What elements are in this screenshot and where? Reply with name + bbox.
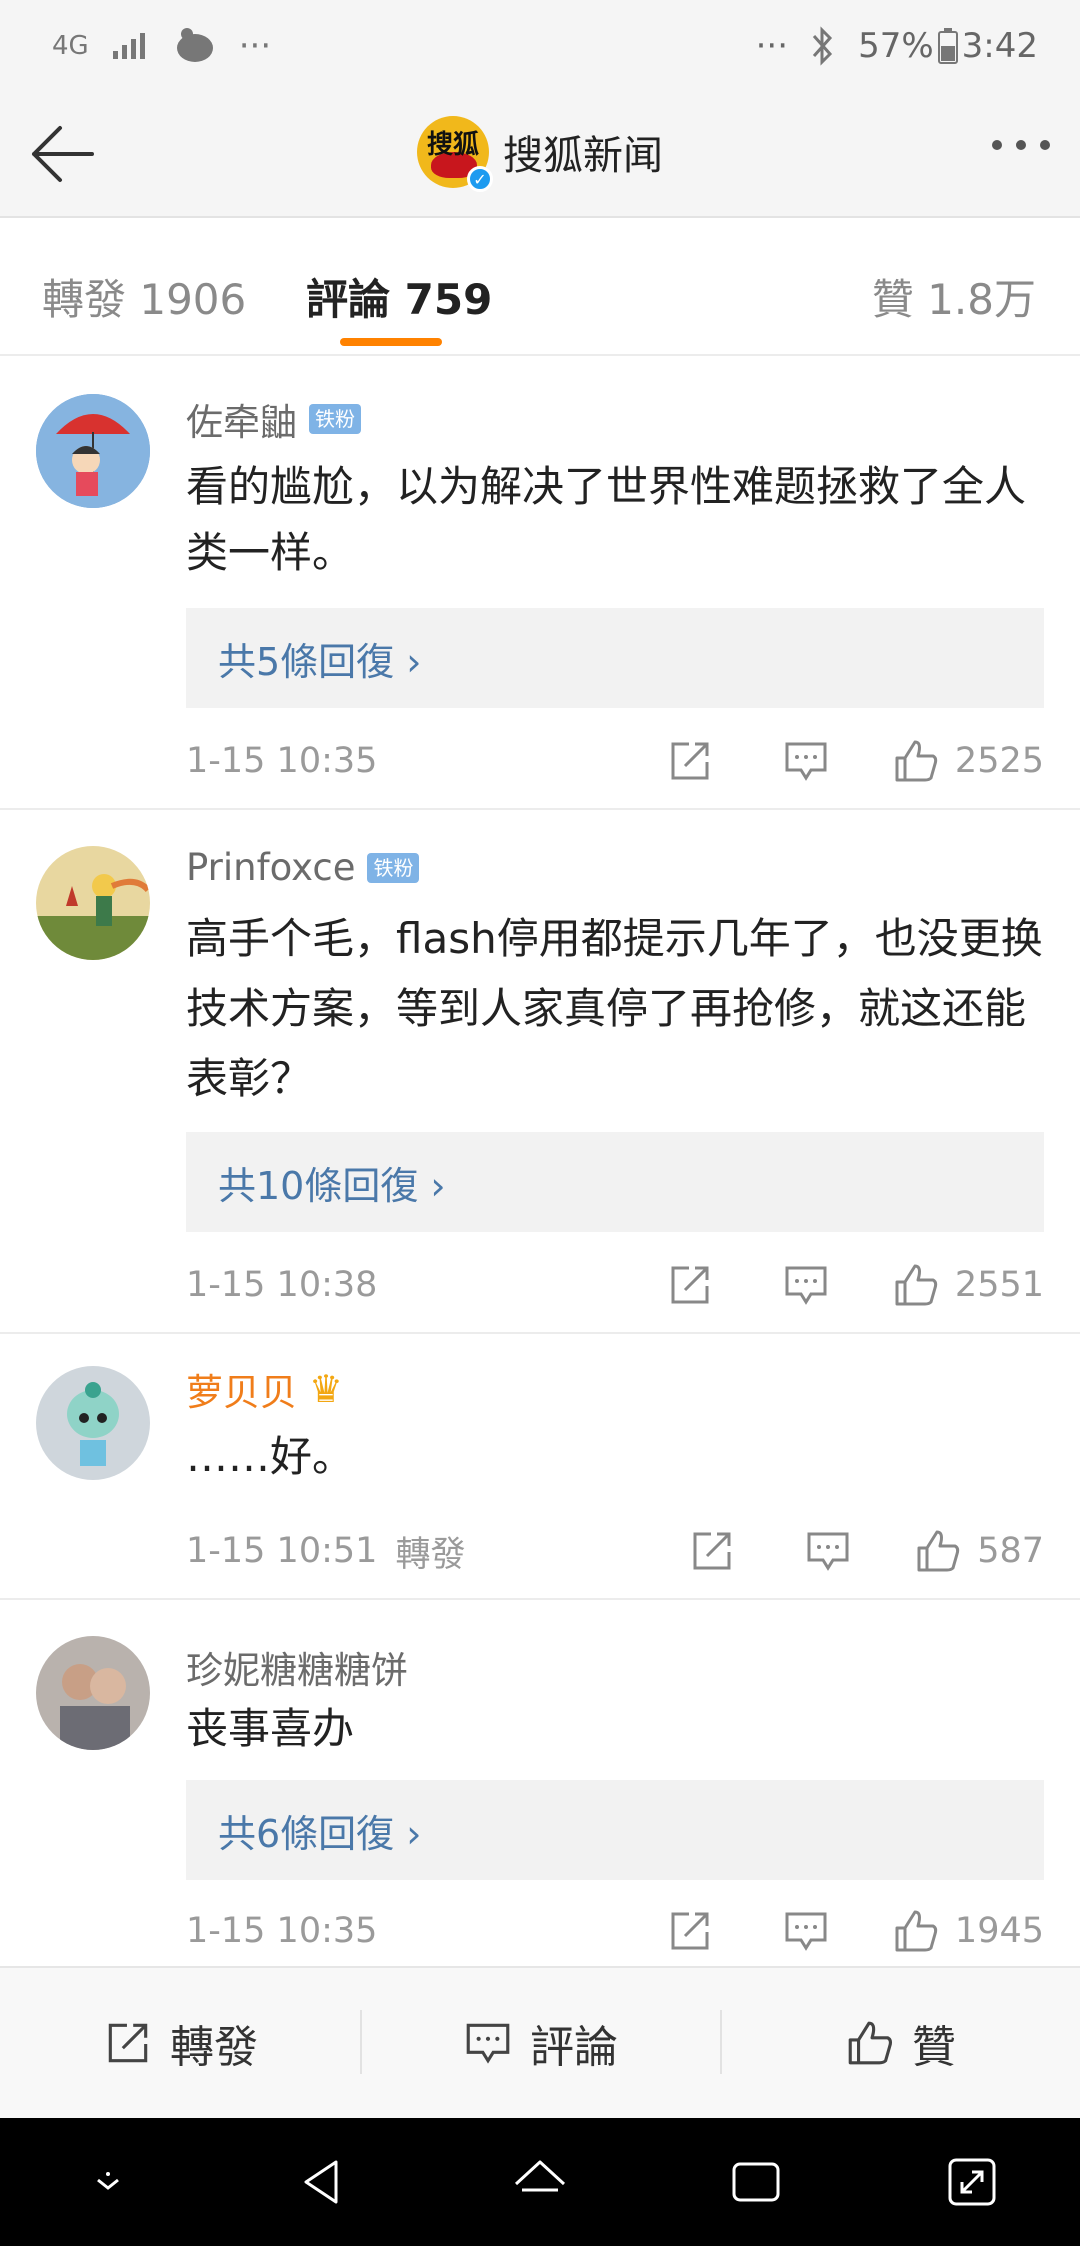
comment-username[interactable]: Prinfoxce 铁粉: [186, 846, 420, 889]
like-button[interactable]: 贊: [720, 1968, 1080, 2118]
account-avatar: 搜狐 ✓: [417, 116, 493, 192]
signal-icon: [112, 33, 145, 59]
bottom-action-bar: 轉發 評論 贊: [0, 1966, 1080, 2118]
username-text[interactable]: Prinfoxce: [186, 846, 355, 889]
comment-username[interactable]: 佐牵鼬 铁粉: [186, 392, 361, 446]
comment-item: Prinfoxce 铁粉 高手个毛，flash停用都提示几年了，也没更换技术方案…: [0, 810, 1080, 1334]
tab-comments[interactable]: 評論 759: [306, 266, 492, 327]
repost-icon[interactable]: [687, 1526, 737, 1576]
like-icon: [848, 2021, 893, 2065]
comment-text: 高手个毛，flash停用都提示几年了，也没更换技术方案，等到人家真停了再抢修，就…: [186, 914, 1043, 1103]
comment-meta: 1-15 10:51 轉發 587: [186, 1526, 1044, 1576]
verified-icon: ✓: [467, 166, 493, 192]
comment-time: 1-15 10:35: [186, 1911, 378, 1951]
repost-icon[interactable]: [665, 1260, 715, 1310]
comment-text: 丧事喜办: [186, 1704, 355, 1753]
comment-time: 1-15 10:51: [186, 1531, 378, 1571]
avatar-image: [36, 846, 150, 960]
like-count: 1945: [954, 1911, 1044, 1951]
view-replies-button[interactable]: 共5條回復 ›: [186, 608, 1044, 708]
more-notifications: ···: [238, 26, 272, 66]
username-text[interactable]: 萝贝贝: [186, 1362, 297, 1416]
battery-percent: 57%: [858, 26, 934, 66]
comment-username[interactable]: 萝贝贝 ♛: [186, 1362, 343, 1416]
clock: 3:42: [961, 26, 1038, 66]
avatar[interactable]: [36, 846, 150, 960]
comment-item: 萝贝贝 ♛ ……好。 1-15 10:51 轉發 587: [0, 1334, 1080, 1600]
comment-time: 1-15 10:38: [186, 1265, 378, 1305]
network-indicator: 4G: [52, 31, 89, 61]
comment-icon: [466, 2023, 510, 2064]
header-account[interactable]: 搜狐 ✓ 搜狐新闻: [0, 116, 1080, 192]
back-nav-icon[interactable]: [292, 2150, 356, 2214]
hide-nav-icon[interactable]: [76, 2150, 140, 2214]
repost-label: 轉發: [170, 2022, 258, 2073]
avatar-image: [36, 394, 150, 508]
comment-text: ……好。: [186, 1432, 355, 1481]
logo-text: 搜狐: [426, 129, 479, 160]
recents-nav-icon[interactable]: [724, 2150, 788, 2214]
page-title: 搜狐新闻: [503, 133, 663, 179]
bluetooth-icon: [812, 26, 833, 66]
app-bar: 搜狐 ✓ 搜狐新闻: [0, 92, 1080, 218]
like-count: 2551: [954, 1265, 1044, 1305]
system-nav-bar: [0, 2118, 1080, 2246]
repost-tag[interactable]: 轉發: [395, 1526, 465, 1577]
like-icon[interactable]: [913, 1526, 963, 1576]
comment-icon[interactable]: [803, 1526, 853, 1576]
active-tab-indicator: [340, 338, 442, 346]
like-icon[interactable]: [891, 736, 941, 786]
repost-icon[interactable]: [665, 736, 715, 786]
tab-likes[interactable]: 贊 1.8万: [872, 266, 1036, 327]
comment-icon[interactable]: [781, 736, 831, 786]
tab-reposts[interactable]: 轉發 1906: [42, 266, 246, 327]
battery-icon: [937, 28, 958, 64]
avatar-image: [36, 1636, 150, 1750]
like-icon[interactable]: [891, 1906, 941, 1956]
like-label: 贊: [912, 2022, 956, 2073]
comment-meta: 1-15 10:35 1945: [186, 1906, 1044, 1956]
comment-time: 1-15 10:35: [186, 741, 378, 781]
like-icon[interactable]: [891, 1260, 941, 1310]
comment-item: 珍妮糖糖糖饼 丧事喜办 共6條回復 › 1-15 10:35 1945: [0, 1600, 1080, 1966]
avatar[interactable]: [36, 1366, 150, 1480]
comment-item: 佐牵鼬 铁粉 看的尴尬，以为解决了世界性难题拯救了全人类一样。 共5條回復 › …: [0, 356, 1080, 810]
view-replies-button[interactable]: 共10條回復 ›: [186, 1132, 1044, 1232]
comment-meta: 1-15 10:35 2525: [186, 736, 1044, 786]
comment-text: 看的尴尬，以为解决了世界性难题拯救了全人类一样。: [186, 462, 1027, 577]
status-bar: 4G ··· ··· 57% 3:42: [0, 0, 1080, 92]
repost-icon: [108, 2023, 148, 2063]
view-replies-button[interactable]: 共6條回復 ›: [186, 1780, 1044, 1880]
username-text[interactable]: 珍妮糖糖糖饼: [186, 1640, 408, 1694]
vip-crown-icon: ♛: [309, 1367, 344, 1411]
repost-icon[interactable]: [665, 1906, 715, 1956]
avatar[interactable]: [36, 394, 150, 508]
fan-badge: 铁粉: [367, 852, 420, 883]
tab-bar: 轉發 1906 評論 759 贊 1.8万: [0, 218, 1080, 356]
expand-nav-icon[interactable]: [940, 2150, 1004, 2214]
comment-username[interactable]: 珍妮糖糖糖饼: [186, 1640, 408, 1694]
home-nav-icon[interactable]: [508, 2150, 572, 2214]
fan-badge: 铁粉: [309, 404, 361, 434]
like-count: 2525: [954, 741, 1044, 781]
more-options-icon[interactable]: [992, 140, 1050, 150]
comment-icon[interactable]: [781, 1260, 831, 1310]
comment-meta: 1-15 10:38 2551: [186, 1260, 1044, 1310]
comment-label: 評論: [530, 2022, 618, 2073]
notification-app-icon: [176, 28, 213, 62]
avatar[interactable]: [36, 1636, 150, 1750]
repost-button[interactable]: 轉發: [0, 1968, 360, 2118]
comment-button[interactable]: 評論: [360, 1968, 720, 2118]
like-count: 587: [977, 1531, 1044, 1571]
comment-icon[interactable]: [781, 1906, 831, 1956]
more-status: ···: [755, 26, 789, 66]
avatar-image: [36, 1366, 150, 1480]
username-text[interactable]: 佐牵鼬: [186, 392, 297, 446]
